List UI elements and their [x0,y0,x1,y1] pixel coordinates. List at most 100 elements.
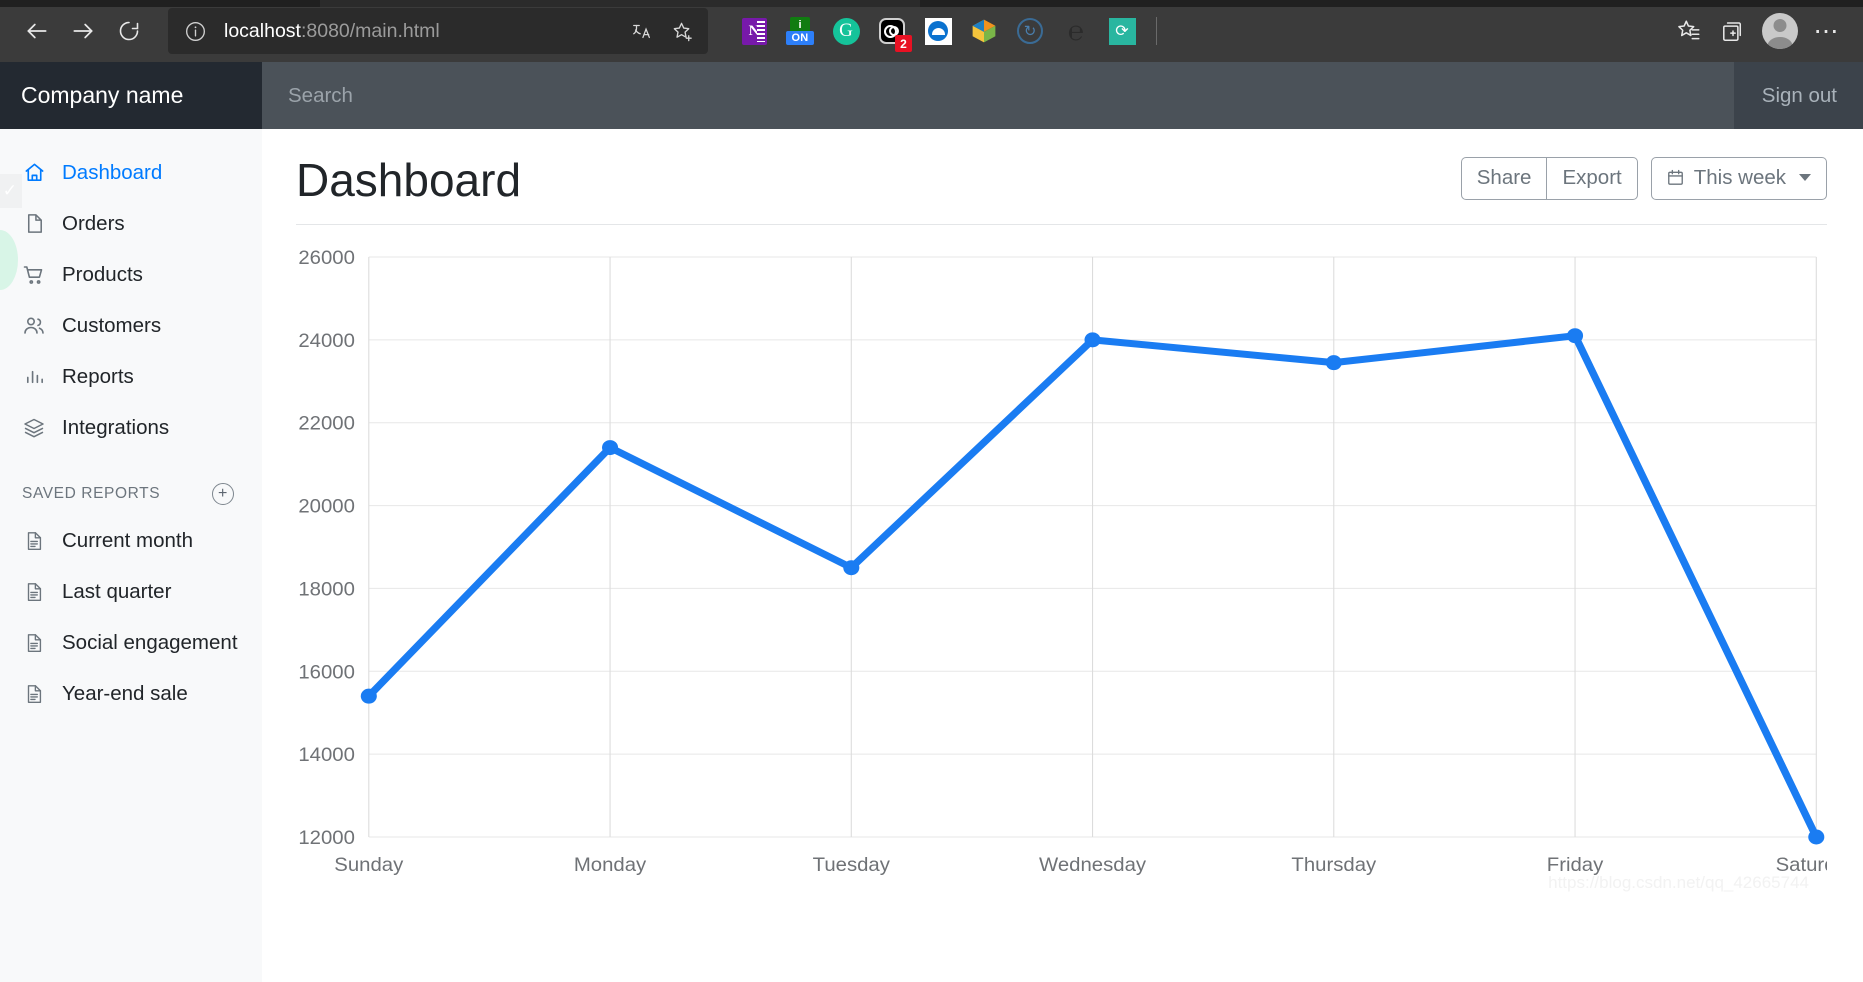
sidebar-item-customers[interactable]: Customers [0,300,262,351]
reload-button[interactable] [106,8,152,54]
page-header: Dashboard Share Export This week [296,129,1827,225]
brand-company-name[interactable]: Company name [0,62,262,129]
saved-reports-title: SAVED REPORTS [22,485,161,502]
sidebar-item-reports[interactable]: Reports [0,351,262,402]
sidebar-nav: Dashboard Orders Products Customers Repo… [0,129,262,453]
chart-data-point[interactable] [1084,331,1101,347]
profile-avatar-icon[interactable] [1755,6,1805,56]
saved-report-social-engagement[interactable]: Social engagement [0,617,262,668]
forward-button[interactable] [60,8,106,54]
sync-extension-icon[interactable]: ↻ [1008,9,1052,53]
chrome-right-actions: ⋯ [1667,6,1849,56]
prism-extension-icon[interactable] [962,9,1006,53]
office-online-glyph: i ON [786,17,814,45]
back-button[interactable] [14,8,60,54]
ellipsis-glyph: ⋯ [1813,16,1841,45]
chart-data-point[interactable] [602,439,619,455]
saved-report-label: Social engagement [62,630,238,654]
app-root: ✓ Company name Dashboard Orders Products… [0,62,1863,982]
add-favorite-star-icon[interactable] [662,11,702,51]
refresh-extension-icon[interactable]: ⟳ [1100,9,1144,53]
chart-data-point[interactable] [843,559,860,575]
document-text-icon [22,529,46,553]
export-button[interactable]: Export [1546,156,1638,200]
x-axis-tick-label: Sunday [334,854,403,875]
chrome-tab-strip [0,0,1863,7]
translate-icon[interactable] [622,11,662,51]
saved-report-last-quarter[interactable]: Last quarter [0,566,262,617]
onedrive-extension-icon[interactable] [916,9,960,53]
bar-chart-icon [22,365,46,389]
saved-report-label: Year-end sale [62,681,188,705]
y-axis-tick-label: 14000 [298,744,355,765]
favorites-list-icon[interactable] [1667,9,1711,53]
collections-icon[interactable] [1711,9,1755,53]
office-online-extension-icon[interactable]: i ON [778,9,822,53]
sidebar-item-label: Products [62,262,143,286]
avatar [1762,13,1798,49]
date-range-dropdown[interactable]: This week [1650,156,1827,200]
saved-report-year-end-sale[interactable]: Year-end sale [0,668,262,719]
chart-data-point[interactable] [1567,327,1584,343]
arrow-left-icon [24,18,50,44]
address-bar-text: localhost:8080/main.html [224,20,622,43]
plus-circle-icon[interactable]: + [212,483,234,505]
grammarly-glyph: G [832,17,860,45]
browser-chrome: localhost:8080/main.html N i ON G 2 ↻ ℮ … [0,0,1863,62]
y-axis-tick-label: 26000 [298,247,355,268]
x-axis-tick-label: Thursday [1291,854,1376,875]
sidebar-item-orders[interactable]: Orders [0,198,262,249]
grammarly-extension-icon[interactable]: G [824,9,868,53]
toolbar-divider [1156,17,1157,45]
users-icon [22,314,46,338]
date-range-label: This week [1693,165,1786,189]
chart-data-point[interactable] [1325,354,1342,370]
sidebar-item-label: Customers [62,313,162,337]
y-axis-tick-label: 24000 [298,330,355,351]
page-title: Dashboard [296,154,522,206]
share-button[interactable]: Share [1460,156,1547,200]
page-artifact-checkbox: ✓ [0,174,22,208]
dark-reader-extension-icon[interactable]: 2 [870,9,914,53]
sidebar-item-label: Reports [62,364,134,388]
arrow-right-icon [70,18,96,44]
address-bar[interactable]: localhost:8080/main.html [168,8,708,54]
chrome-active-tab [320,0,920,7]
page-actions: Share Export This week [1460,156,1827,206]
sidebar: ✓ Company name Dashboard Orders Products… [0,62,262,982]
y-axis-tick-label: 12000 [298,827,355,848]
file-icon [22,212,46,236]
document-text-icon [22,580,46,604]
document-text-icon [22,682,46,706]
chart-canvas: 12000 14000 16000 18000 20000 22000 24000 26000… [298,247,1827,875]
chart-data-point[interactable] [1808,829,1825,845]
saved-report-current-month[interactable]: Current month [0,515,262,566]
y-axis-tick-label: 18000 [298,579,355,600]
more-options-icon[interactable]: ⋯ [1805,9,1849,53]
saved-reports-header: SAVED REPORTS + [0,453,262,515]
onenote-extension-icon[interactable]: N [732,9,776,53]
sidebar-item-integrations[interactable]: Integrations [0,402,262,453]
sidebar-item-label: Dashboard [62,160,163,184]
home-icon [22,161,46,185]
x-axis-tick-label: Wednesday [1039,854,1146,875]
info-circle-icon[interactable] [182,18,208,44]
chart-data-point[interactable] [360,688,377,704]
sidebar-item-label: Orders [62,211,125,235]
browser-extensions: N i ON G 2 ↻ ℮ ⟳ [732,9,1144,53]
document-text-icon [22,631,46,655]
sidebar-item-products[interactable]: Products [0,249,262,300]
saved-report-label: Current month [62,528,194,552]
edge-extension-icon[interactable]: ℮ [1054,9,1098,53]
search-input[interactable] [262,62,1734,129]
prism-glyph [972,19,996,43]
saved-report-label: Last quarter [62,579,172,603]
url-host: localhost [224,19,301,42]
sign-out-button[interactable]: Sign out [1733,62,1863,129]
share-export-group: Share Export [1460,156,1638,200]
sidebar-item-dashboard[interactable]: Dashboard [0,147,262,198]
y-axis-tick-label: 16000 [298,661,355,682]
revenue-line-chart[interactable]: 12000 14000 16000 18000 20000 22000 24000 26000… [296,239,1827,899]
saved-reports-nav: Current month Last quarter Social engage… [0,515,262,719]
onedrive-glyph [924,17,952,45]
